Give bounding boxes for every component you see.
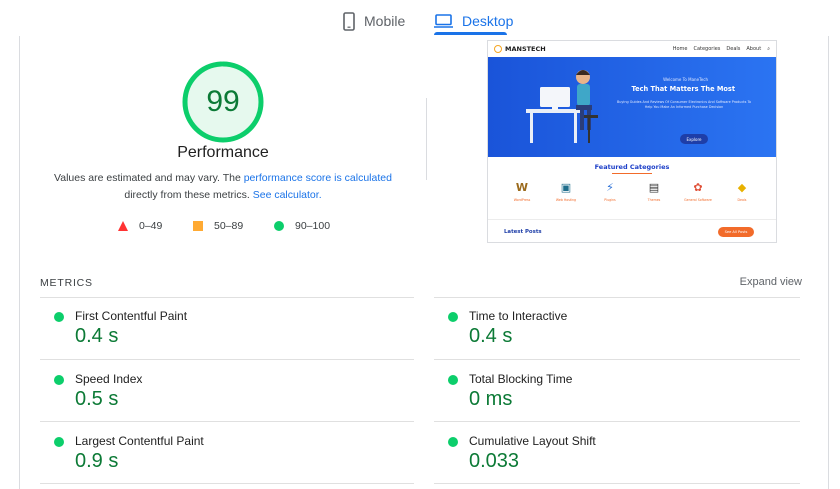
metric-value: 0.4 s [75,325,119,347]
screenshot-category-label: WordPress [513,198,531,202]
screenshot-featured-title: Featured Categories [594,163,670,171]
screenshot-logo: MANSTECH [494,45,546,53]
metric-name: First Contentful Paint [75,309,188,323]
description-text-2: directly from these metrics. [124,189,253,201]
screenshot-latest-title: Latest Posts [504,229,542,235]
expand-view-button[interactable]: Expand view [740,276,802,288]
theme-icon: ▤ [648,180,660,194]
screenshot-category: ◆ Deals [722,180,762,203]
metric-name: Total Blocking Time [469,372,573,386]
page-screenshot: MANSTECH Home Categories Deals About ⌕ W… [487,40,777,243]
performance-score-link[interactable]: performance score is calculated [244,172,392,184]
screenshot-hero-subtitle: Buying Guides And Reviews Of Consumer El… [616,100,752,109]
metric-value: 0 ms [469,388,513,410]
metric-name: Speed Index [75,372,143,386]
metrics-divider [40,359,414,360]
tab-desktop-label: Desktop [462,13,514,29]
metric-name: Largest Contentful Paint [75,434,204,448]
performance-score: 99 [206,85,240,118]
screenshot-category: W WordPress [502,180,542,203]
device-tabs: Mobile Desktop [0,0,840,36]
pass-circle-icon [448,437,458,447]
screenshot-category-list: W WordPress ▣ Web Hosting ⚡ Plugins ▤ Themes… [488,174,776,203]
laptop-icon [434,14,453,28]
screenshot-category-label: Deals [737,198,747,202]
screenshot-search-icon: ⌕ [767,46,770,52]
pass-circle-icon [448,312,458,322]
score-description: Values are estimated and may vary. The p… [52,170,394,204]
pass-circle-icon [54,437,64,447]
section-divider [426,98,427,180]
server-icon: ▣ [560,180,572,194]
metric-value: 0.033 [469,450,520,472]
screenshot-hero-title: Tech That Matters The Most [631,85,735,93]
screenshot-category-label: Themes [647,198,661,202]
screenshot-category: ▣ Web Hosting [546,180,586,203]
wordpress-icon: W [515,180,529,194]
screenshot-category: ▤ Themes [634,180,674,203]
pass-circle-icon [54,312,64,322]
logo-ring-icon [494,45,502,53]
screenshot-hero-kicker: Welcome To ManeTech [663,77,708,82]
metrics-divider [434,421,800,422]
screenshot-category-label: General Software [684,198,712,202]
screenshot-navbar: MANSTECH Home Categories Deals About ⌕ [488,41,776,57]
screenshot-category: ✿ General Software [678,180,718,203]
metrics-divider [40,483,414,484]
screenshot-explore-button: Explore [680,134,708,144]
legend-range-fail: 0–49 [139,220,163,232]
see-calculator-link[interactable]: See calculator. [253,189,322,201]
pass-circle-icon [448,375,458,385]
legend-item-fail: 0–49 [118,219,162,233]
pass-circle-icon [54,375,64,385]
screenshot-logo-text: MANSTECH [505,45,546,53]
metric-name: Cumulative Layout Shift [469,434,596,448]
metrics-divider [40,297,414,298]
red-triangle-icon [118,221,128,231]
description-text-1: Values are estimated and may vary. The [54,172,244,184]
screenshot-nav-links: Home Categories Deals About ⌕ [673,46,770,52]
screenshot-nav-deals: Deals [726,46,741,52]
legend-item-average: 50–89 [193,219,243,233]
left-border [19,36,20,489]
legend-item-pass: 90–100 [274,219,330,233]
screenshot-category-label: Plugins [604,198,616,202]
screenshot-category: ⚡ Plugins [590,180,630,203]
metrics-divider [434,297,800,298]
tab-mobile-label: Mobile [364,13,406,29]
plug-icon: ⚡ [606,180,614,194]
metric-value: 0.9 s [75,450,119,472]
metrics-heading: METRICS [40,277,93,289]
screenshot-nav-about: About [746,46,762,52]
tag-icon: ◆ [737,180,747,194]
software-icon: ✿ [693,180,703,194]
right-border [828,36,829,489]
tab-mobile[interactable]: Mobile [343,6,405,36]
green-circle-icon [274,221,284,231]
screenshot-hero: Welcome To ManeTech Tech That Matters Th… [488,57,776,157]
metric-value: 0.5 s [75,388,119,410]
legend-range-average: 50–89 [214,220,244,232]
performance-label: Performance [177,144,269,161]
screenshot-nav-home: Home [672,46,688,52]
metrics-divider [40,421,414,422]
legend-range-pass: 90–100 [295,220,331,232]
screenshot-see-all-button: See All Posts [718,227,754,237]
phone-icon [343,11,355,31]
metric-value: 0.4 s [469,325,513,347]
selected-tab-indicator [434,32,507,35]
metrics-divider [434,359,800,360]
screenshot-latest-posts: Latest Posts See All Posts [488,219,776,242]
metrics-divider [434,483,800,484]
screenshot-category-label: Web Hosting [555,198,577,202]
orange-square-icon [193,221,203,231]
screenshot-nav-categories: Categories [693,46,721,52]
metric-name: Time to Interactive [469,309,568,323]
person-at-desk-illustration [526,70,598,143]
